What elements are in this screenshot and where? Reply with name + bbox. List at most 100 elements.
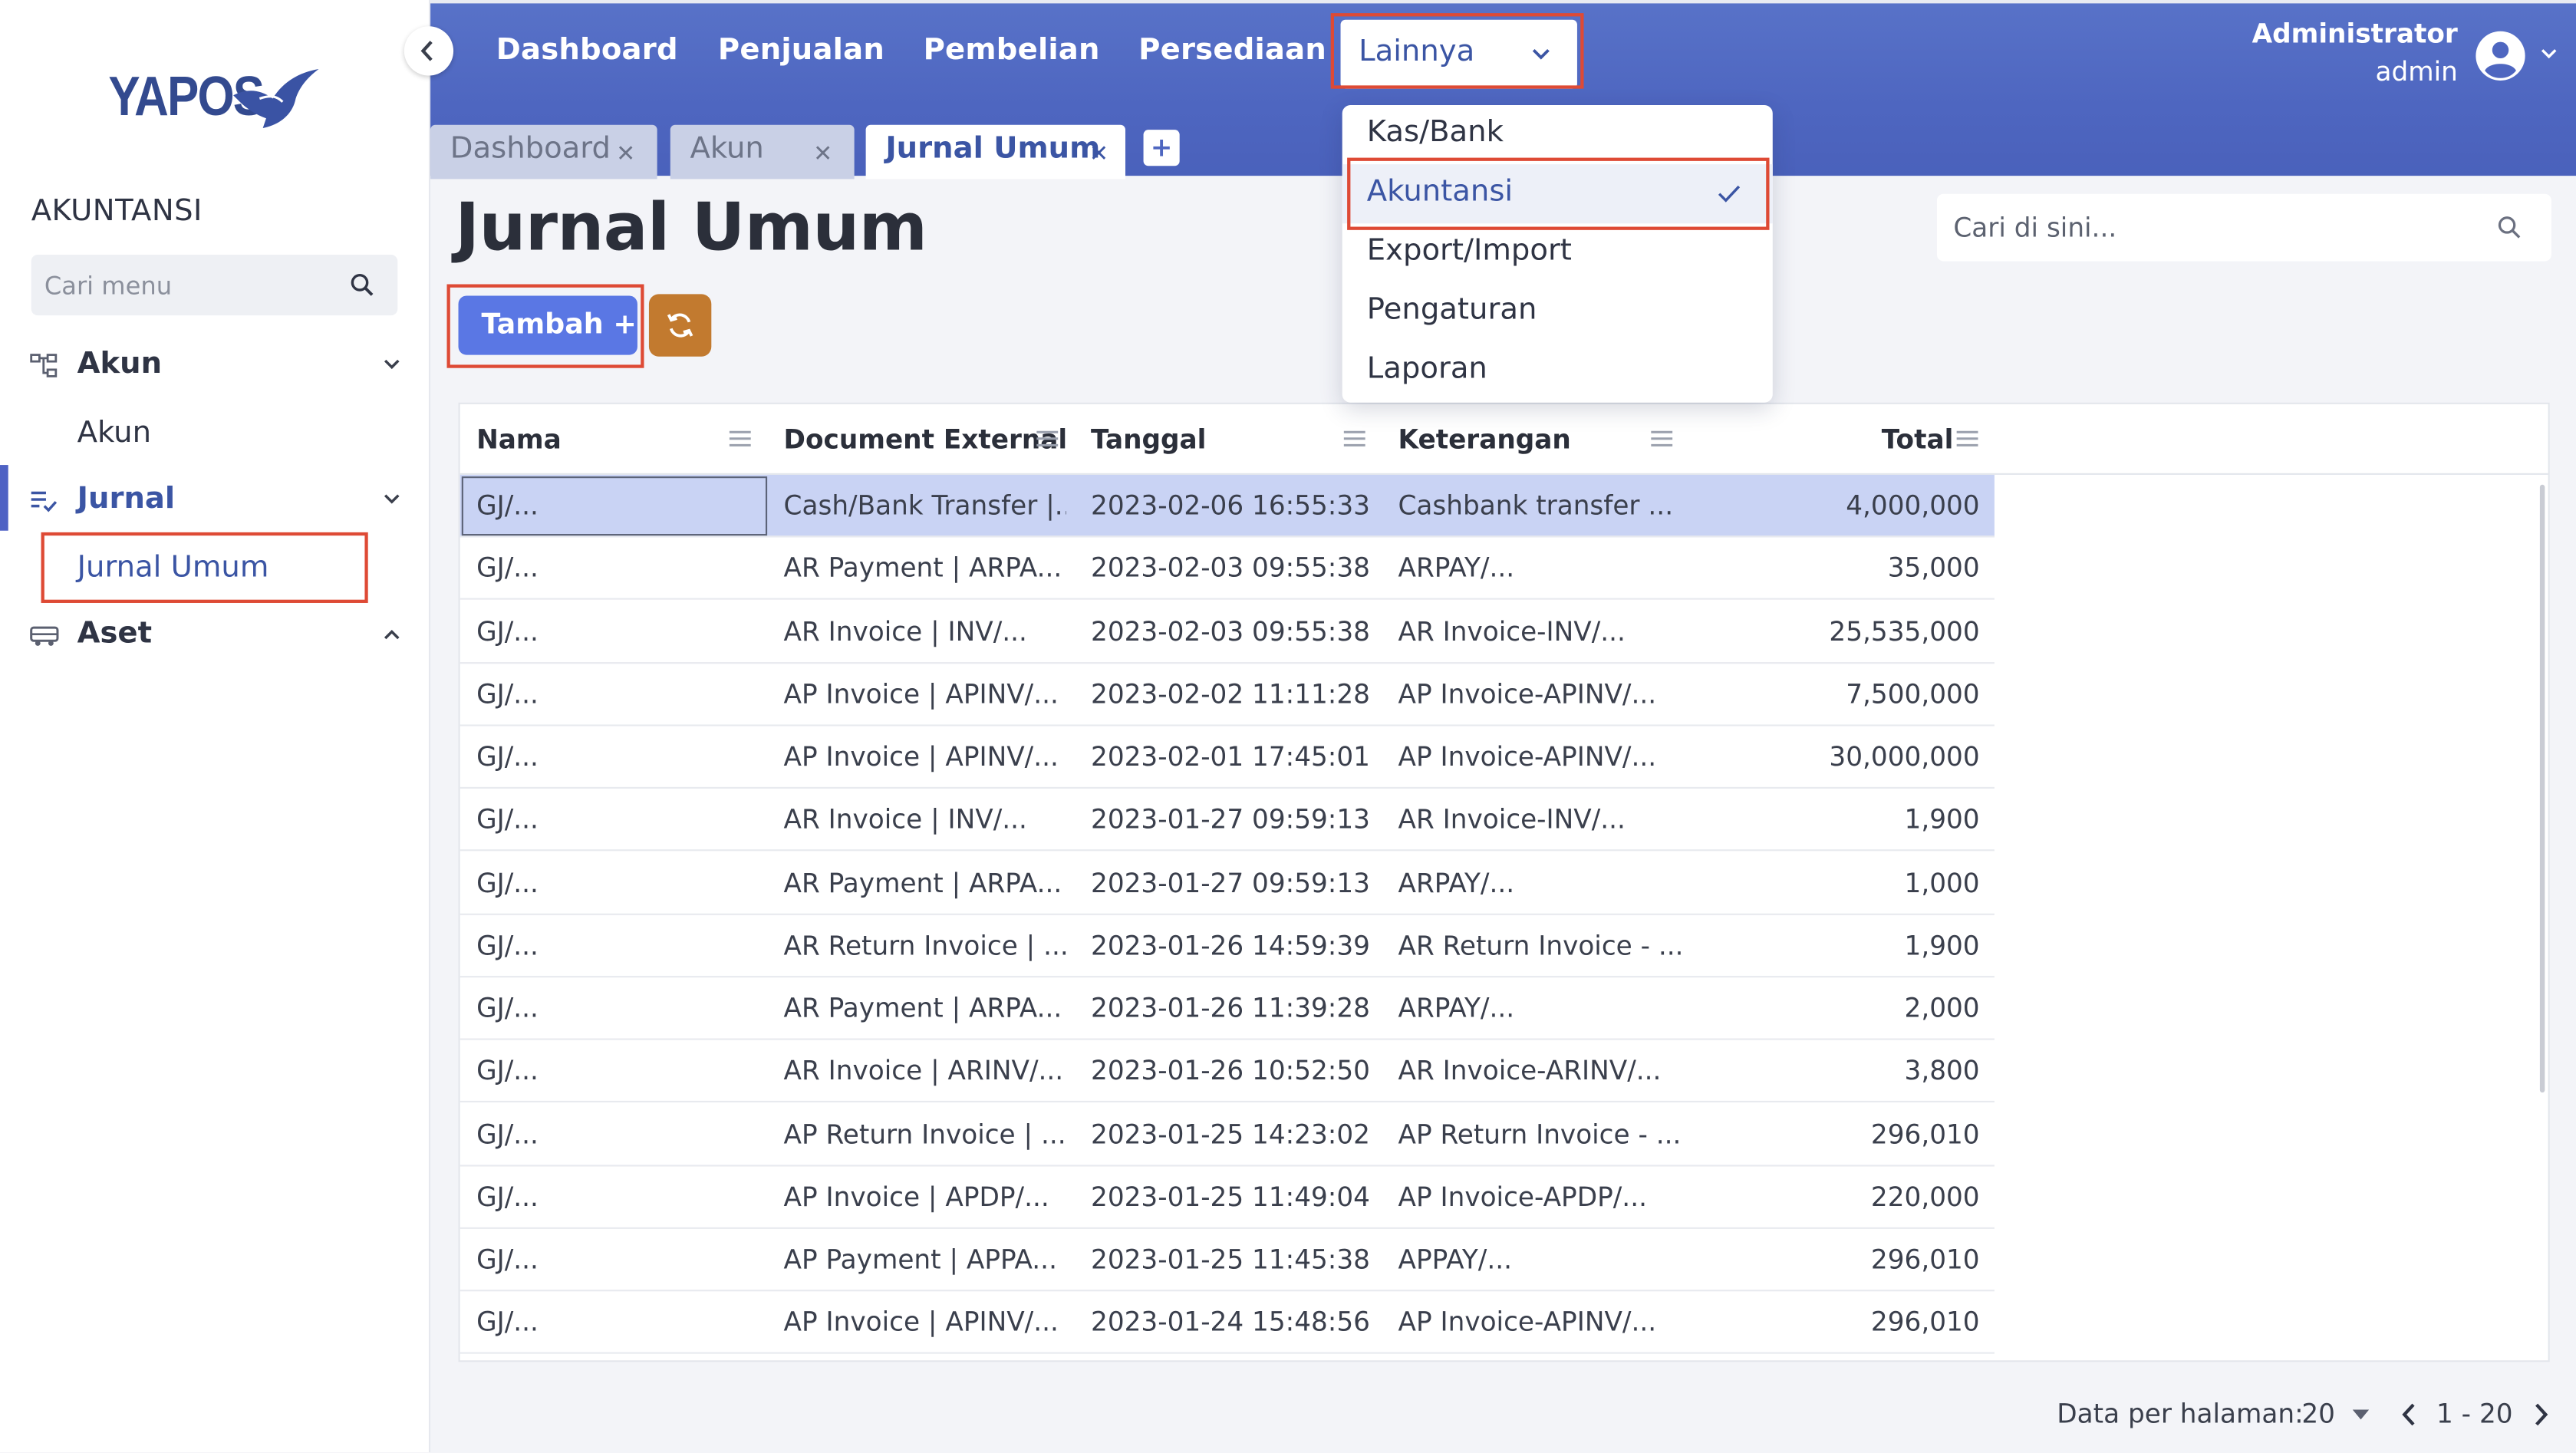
dropdown-item-export-import[interactable]: Export/Import — [1342, 223, 1773, 282]
cell-total[interactable]: 3,800 — [1701, 1055, 1980, 1086]
table-row[interactable]: GJ/... AR Payment | ARPA... 2023-02-03 09:… — [460, 538, 1995, 601]
cell-keterangan[interactable]: Cashbank transfer ... — [1398, 489, 1681, 521]
cell-nama[interactable]: GJ/... — [476, 615, 759, 647]
nav-dashboard[interactable]: Dashboard — [496, 33, 678, 68]
cell-document-external[interactable]: AP Invoice | APINV/... — [784, 1306, 1066, 1338]
cell-tanggal[interactable]: 2023-02-01 17:45:01 — [1091, 741, 1373, 773]
cell-nama[interactable]: GJ/... — [476, 1181, 759, 1212]
cell-document-external[interactable]: Cash/Bank Transfer |... — [784, 489, 1066, 521]
table-row[interactable]: GJ/... AR Return Invoice | ... 2023-01-26 … — [460, 914, 1995, 977]
table-row[interactable]: GJ/... AP Invoice | APINV/... 2023-01-24 1… — [460, 1292, 1995, 1355]
app-logo[interactable]: YAPOS — [105, 62, 335, 134]
cell-document-external[interactable]: AP Invoice | APINV/... — [784, 741, 1066, 773]
tab-jurnal-umum[interactable]: Jurnal Umum ✕ — [865, 124, 1125, 180]
cell-keterangan[interactable]: ARPAY/... — [1398, 867, 1681, 898]
chevron-down-icon[interactable] — [2540, 48, 2558, 61]
cell-total[interactable]: 296,010 — [1701, 1244, 1980, 1275]
table-row[interactable]: GJ/... AP Invoice | APDP/... 2023-01-25 11… — [460, 1166, 1995, 1229]
cell-nama[interactable]: GJ/... — [476, 489, 759, 521]
cell-tanggal[interactable]: 2023-01-27 09:59:13 — [1091, 867, 1373, 898]
column-menu-icon[interactable] — [728, 430, 753, 446]
cell-nama[interactable]: GJ/... — [476, 1244, 759, 1275]
table-row[interactable]: GJ/... AP Payment | APPA... 2023-01-25 11:… — [460, 1229, 1995, 1292]
cell-tanggal[interactable]: 2023-01-25 11:49:04 — [1091, 1181, 1373, 1212]
table-row[interactable]: GJ/... AP Return Invoice | ... 2023-01-25 … — [460, 1103, 1995, 1166]
cell-tanggal[interactable]: 2023-01-25 14:23:02 — [1091, 1118, 1373, 1149]
close-icon[interactable]: ✕ — [616, 141, 635, 167]
sidebar-group-jurnal[interactable]: Jurnal — [0, 465, 430, 531]
cell-document-external[interactable]: AR Invoice | INV/... — [784, 615, 1066, 647]
refresh-button[interactable] — [648, 294, 712, 357]
table-row[interactable]: GJ/... AR Payment | ARPA... 2023-01-27 09:… — [460, 852, 1995, 914]
cell-document-external[interactable]: AP Return Invoice | ... — [784, 1118, 1066, 1149]
sidebar-group-aset[interactable]: Aset — [0, 606, 430, 665]
cell-tanggal[interactable]: 2023-02-02 11:11:28 — [1091, 678, 1373, 710]
table-row[interactable]: GJ/... Cash/Bank Transfer |... 2023-02-06 … — [460, 474, 1995, 538]
cell-nama[interactable]: GJ/... — [476, 552, 759, 584]
cell-document-external[interactable]: AP Payment | APPA... — [784, 1244, 1066, 1275]
cell-nama[interactable]: GJ/... — [476, 1306, 759, 1338]
search-icon[interactable] — [350, 273, 374, 298]
vertical-scrollbar[interactable] — [2539, 484, 2545, 1093]
cell-keterangan[interactable]: AP Invoice-APINV/... — [1398, 741, 1681, 773]
column-header-nama[interactable]: Nama — [460, 404, 767, 475]
user-avatar-icon[interactable] — [2474, 30, 2527, 83]
cell-total[interactable]: 2,000 — [1701, 993, 1980, 1024]
cell-total[interactable]: 220,000 — [1701, 1181, 1980, 1212]
cell-tanggal[interactable]: 2023-01-26 14:59:39 — [1091, 930, 1373, 961]
nav-pembelian[interactable]: Pembelian — [924, 33, 1100, 68]
cell-document-external[interactable]: AR Payment | ARPA... — [784, 552, 1066, 584]
table-row[interactable]: GJ/... AR Invoice | ARINV/... 2023-01-26 1… — [460, 1040, 1995, 1103]
column-header-tanggal[interactable]: Tanggal — [1075, 404, 1382, 475]
cell-total[interactable]: 1,900 — [1701, 930, 1980, 961]
cell-document-external[interactable]: AR Invoice | ARINV/... — [784, 1055, 1066, 1086]
column-menu-icon[interactable] — [1649, 430, 1674, 446]
search-icon[interactable] — [2497, 216, 2522, 240]
cell-keterangan[interactable]: APPAY/... — [1398, 1244, 1681, 1275]
cell-keterangan[interactable]: AP Invoice-APDP/... — [1398, 1181, 1681, 1212]
close-icon[interactable]: ✕ — [813, 141, 832, 167]
cell-total[interactable]: 30,000,000 — [1701, 741, 1979, 773]
chevron-right-icon[interactable] — [2533, 1402, 2549, 1428]
cell-total[interactable]: 1,900 — [1701, 804, 1980, 835]
column-header-total[interactable]: Total — [1689, 404, 1996, 475]
cell-keterangan[interactable]: AR Return Invoice - ... — [1398, 930, 1681, 961]
cell-nama[interactable]: GJ/... — [476, 1118, 759, 1149]
cell-nama[interactable]: GJ/... — [476, 930, 759, 961]
cell-document-external[interactable]: AR Payment | ARPA... — [784, 867, 1066, 898]
cell-document-external[interactable]: AP Invoice | APDP/... — [784, 1181, 1066, 1212]
cell-tanggal[interactable]: 2023-01-26 11:39:28 — [1091, 993, 1373, 1024]
cell-tanggal[interactable]: 2023-02-06 16:55:33 — [1091, 489, 1373, 521]
table-row[interactable]: GJ/... AR Invoice | INV/... 2023-01-27 09:… — [460, 789, 1995, 852]
dropdown-item-pengaturan[interactable]: Pengaturan — [1342, 282, 1773, 341]
cell-total[interactable]: 25,535,000 — [1701, 615, 1979, 647]
close-icon[interactable]: ✕ — [1089, 141, 1108, 167]
cell-tanggal[interactable]: 2023-01-24 15:48:56 — [1091, 1306, 1373, 1338]
cell-document-external[interactable]: AP Invoice | APINV/... — [784, 678, 1066, 710]
cell-keterangan[interactable]: AP Invoice-APINV/... — [1398, 1306, 1681, 1338]
column-header-document-external[interactable]: Document External — [767, 404, 1074, 475]
sidebar-item-akun[interactable]: Akun — [77, 416, 151, 450]
cell-document-external[interactable]: AR Payment | ARPA... — [784, 993, 1066, 1024]
cell-keterangan[interactable]: AR Invoice-ARINV/... — [1398, 1055, 1681, 1086]
column-menu-icon[interactable] — [1342, 430, 1367, 446]
cell-nama[interactable]: GJ/... — [476, 1055, 759, 1086]
cell-keterangan[interactable]: AP Return Invoice - ... — [1398, 1118, 1681, 1149]
cell-nama[interactable]: GJ/... — [476, 804, 759, 835]
global-search-input[interactable] — [1953, 193, 2446, 262]
cell-total[interactable]: 1,000 — [1701, 867, 1980, 898]
cell-tanggal[interactable]: 2023-02-03 09:55:38 — [1091, 552, 1373, 584]
cell-total[interactable]: 4,000,000 — [1701, 489, 1979, 521]
column-header-keterangan[interactable]: Keterangan — [1382, 404, 1688, 475]
cell-tanggal[interactable]: 2023-01-27 09:59:13 — [1091, 804, 1373, 835]
caret-down-icon[interactable] — [2352, 1409, 2370, 1420]
cell-keterangan[interactable]: ARPAY/... — [1398, 993, 1681, 1024]
dropdown-item-kas-bank[interactable]: Kas/Bank — [1342, 105, 1773, 164]
table-row[interactable]: GJ/... AP Invoice | APINV/... 2023-02-01 1… — [460, 726, 1995, 789]
cell-keterangan[interactable]: ARPAY/... — [1398, 552, 1681, 584]
nav-persediaan[interactable]: Persediaan — [1138, 33, 1326, 68]
nav-penjualan[interactable]: Penjualan — [718, 33, 884, 68]
menu-search-input[interactable] — [44, 254, 341, 316]
table-row[interactable]: GJ/... AP Invoice | APINV/... 2023-02-02 1… — [460, 664, 1995, 726]
cell-keterangan[interactable]: AR Invoice-INV/... — [1398, 804, 1681, 835]
